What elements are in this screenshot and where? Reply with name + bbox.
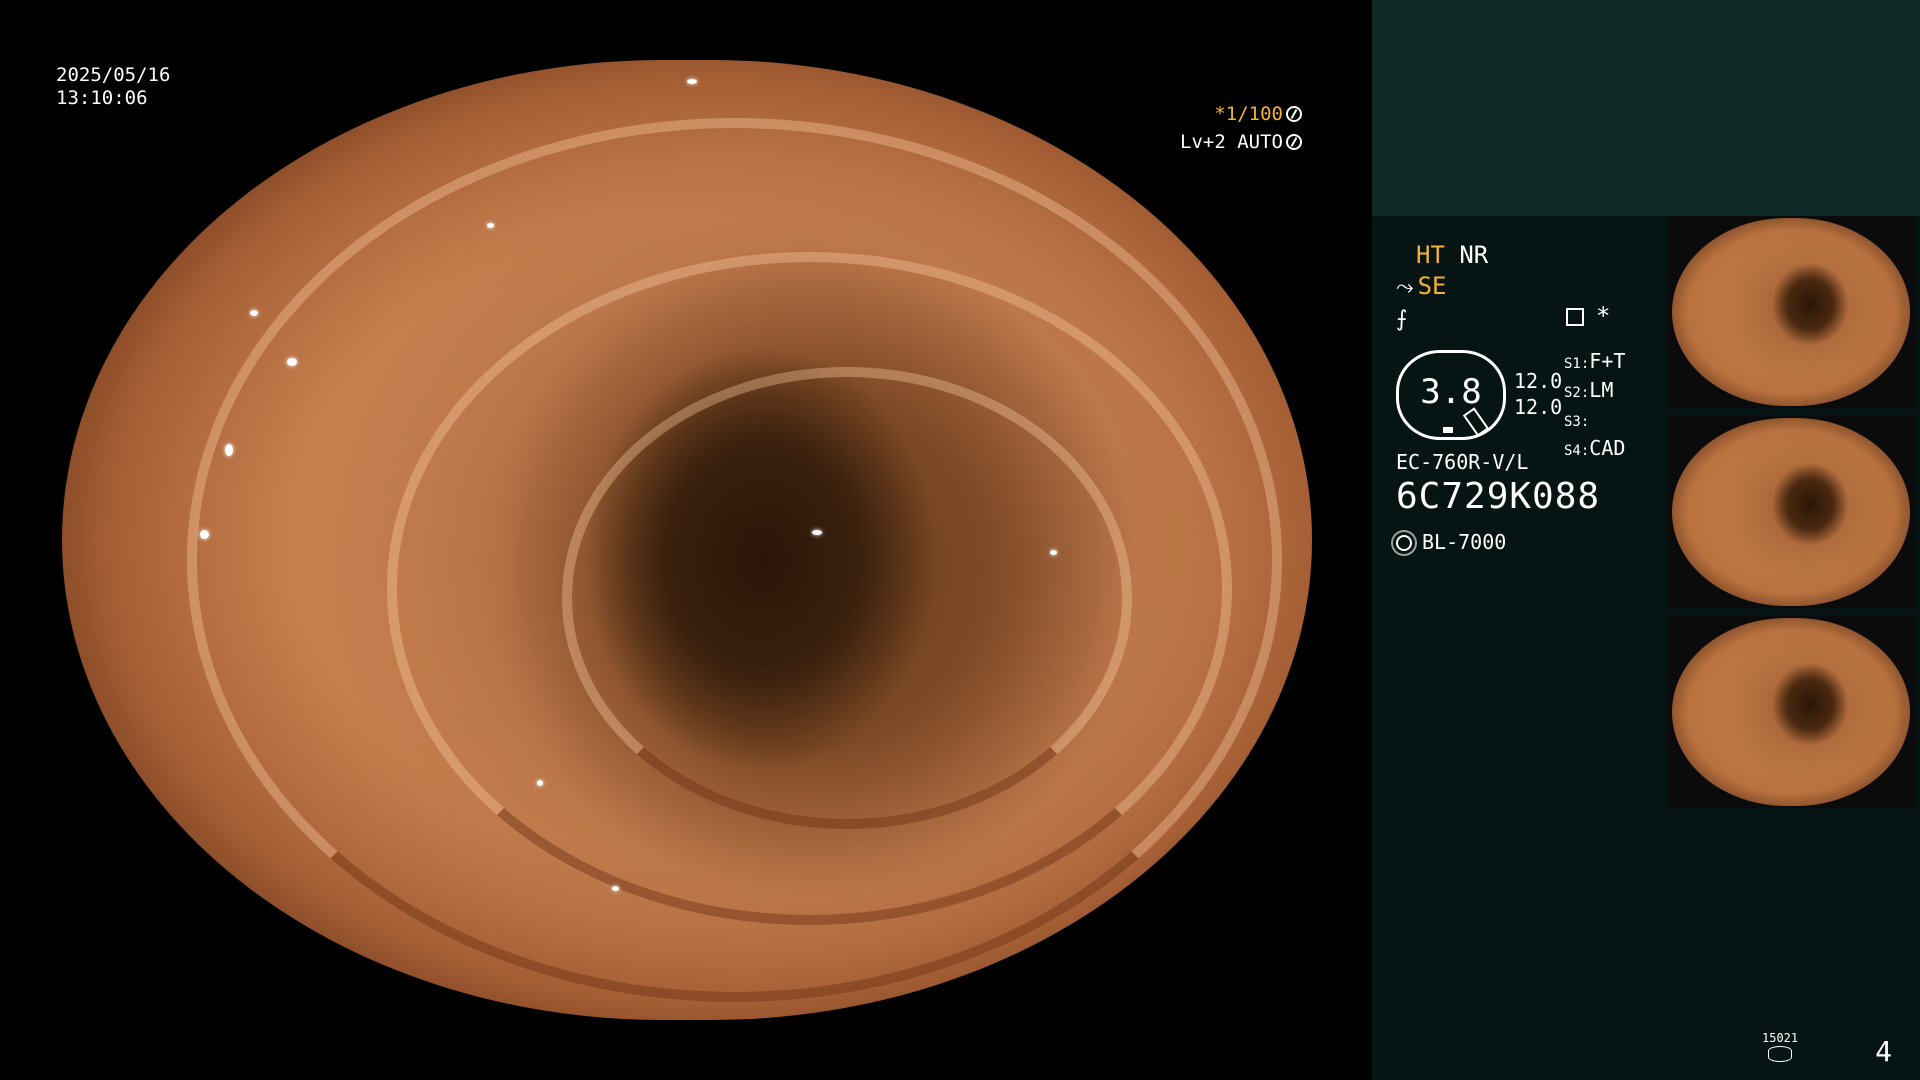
- slot-row: S4:CAD: [1564, 435, 1625, 464]
- slot-value: F+T: [1589, 349, 1626, 373]
- pencil-icon: ⤳: [1396, 275, 1414, 300]
- zoom-value: 3.8: [1420, 372, 1482, 412]
- slot-key: S2:: [1564, 385, 1590, 401]
- exposure-info: *1/100 Lv+2 AUTO: [1180, 100, 1302, 156]
- slot-key: S3:: [1564, 414, 1590, 430]
- disk-label: 15021: [1762, 1031, 1799, 1045]
- ht-label: HT: [1416, 241, 1445, 269]
- filter-row: ⨍: [1396, 303, 1696, 335]
- storage-indicator: 15021: [1762, 1032, 1798, 1062]
- info-panel: HT NR ⤳ SE ⨍ * 3.8 12.0 12.0 S1:F+T S2:LM…: [1372, 0, 1920, 1080]
- light-reflection: [287, 357, 297, 366]
- zoom-marker: [1443, 427, 1453, 433]
- slot-value: LM: [1589, 378, 1614, 402]
- param-value-b: 12.0: [1514, 395, 1563, 419]
- light-reflection: [612, 885, 619, 891]
- time-text: 13:10:06: [56, 87, 148, 109]
- shutter-row: *1/100: [1180, 100, 1302, 128]
- se-row: ⤳ SE: [1396, 271, 1696, 303]
- light-reflection: [687, 79, 697, 85]
- zoom-indicator: 3.8: [1396, 350, 1506, 440]
- light-source: BL-7000: [1396, 530, 1506, 554]
- se-label: SE: [1417, 272, 1447, 300]
- slot-row: S1:F+T: [1564, 348, 1625, 377]
- date-text: 2025/05/16: [56, 64, 171, 86]
- thumbnail-picture: [1672, 218, 1910, 406]
- zoom-slider-icon: [1462, 407, 1490, 437]
- captured-thumbnails: [1668, 216, 1916, 816]
- param-value-a: 12.0: [1514, 369, 1563, 393]
- panel-header-area: [1372, 0, 1920, 216]
- mucosal-fold: [562, 367, 1132, 829]
- ht-nr-row: HT NR: [1416, 240, 1696, 271]
- thumbnail-image[interactable]: [1668, 216, 1916, 408]
- light-reflection: [249, 309, 258, 316]
- light-reflection: [199, 530, 209, 540]
- light-reflection: [1049, 549, 1057, 555]
- thumbnail-image[interactable]: [1668, 416, 1916, 608]
- shutter-icon: [1286, 106, 1302, 122]
- slot-key: S1:: [1564, 356, 1590, 372]
- switch-assignments: S1:F+T S2:LM S3: S4:CAD: [1564, 348, 1625, 464]
- filter-icon: ⨍: [1396, 307, 1408, 332]
- brightness-level: Lv+2 AUTO: [1180, 131, 1283, 153]
- param-values: 12.0 12.0: [1514, 368, 1562, 420]
- slot-row: S2:LM: [1564, 377, 1625, 406]
- settings-block: HT NR ⤳ SE ⨍ * 3.8 12.0 12.0 S1:F+T S2:LM…: [1396, 240, 1696, 554]
- scope-model: EC-760R-V/L: [1396, 450, 1529, 474]
- lamp-icon: [1396, 535, 1412, 551]
- thumbnail-image[interactable]: [1668, 616, 1916, 808]
- level-row: Lv+2 AUTO: [1180, 128, 1302, 156]
- auto-icon: [1286, 134, 1302, 150]
- thumbnail-picture: [1672, 418, 1910, 606]
- thumbnail-picture: [1672, 618, 1910, 806]
- image-counter: 4: [1875, 1035, 1892, 1068]
- config-icon: [1566, 308, 1584, 326]
- star-mark: *: [1596, 302, 1611, 330]
- endoscope-live-view: 2025/05/16 13:10:06 *1/100 Lv+2 AUTO: [0, 0, 1372, 1080]
- shutter-speed: *1/100: [1214, 103, 1283, 125]
- light-reflection: [224, 444, 233, 456]
- slot-key: S4:: [1564, 443, 1590, 459]
- slot-value: CAD: [1589, 436, 1626, 460]
- endoscopic-image: [62, 60, 1312, 1020]
- disk-icon: [1768, 1046, 1793, 1062]
- light-source-name: BL-7000: [1422, 530, 1507, 554]
- light-reflection: [537, 780, 543, 786]
- slot-row: S3:: [1564, 406, 1625, 435]
- scope-serial: 6C729K088: [1396, 476, 1601, 517]
- timestamp: 2025/05/16 13:10:06: [56, 64, 170, 110]
- nr-label: NR: [1459, 241, 1489, 269]
